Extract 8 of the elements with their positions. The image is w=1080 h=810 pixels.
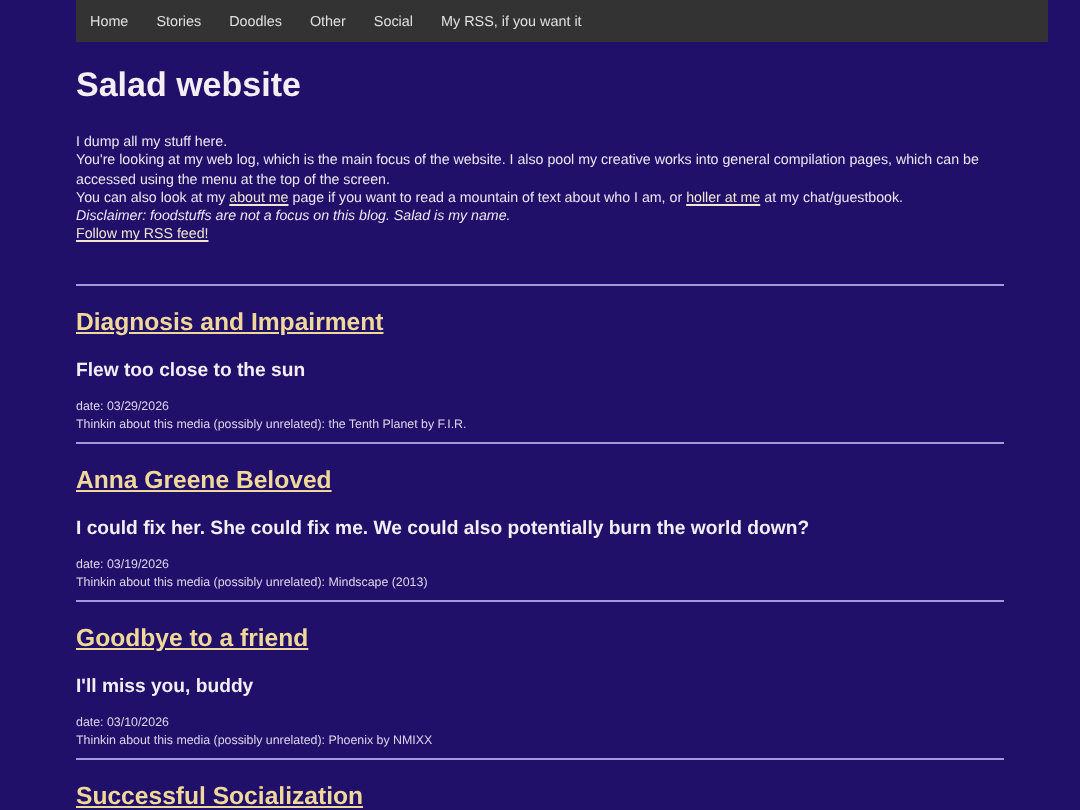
- post-title-link[interactable]: Successful Socialization: [76, 781, 364, 810]
- post-title-link[interactable]: Goodbye to a friend: [76, 623, 309, 652]
- post-subtitle: I'll miss you, buddy: [76, 675, 256, 698]
- site-title: Salad website: [76, 66, 303, 106]
- post-subtitle: Flew too close to the sun: [76, 359, 308, 382]
- post-title-link[interactable]: Diagnosis and Impairment: [76, 307, 384, 336]
- post-subtitle: I could fix her. She could fix me. We could also potentially burn the world down?: [76, 517, 812, 540]
- post-title-link[interactable]: Anna Greene Beloved: [76, 465, 332, 494]
